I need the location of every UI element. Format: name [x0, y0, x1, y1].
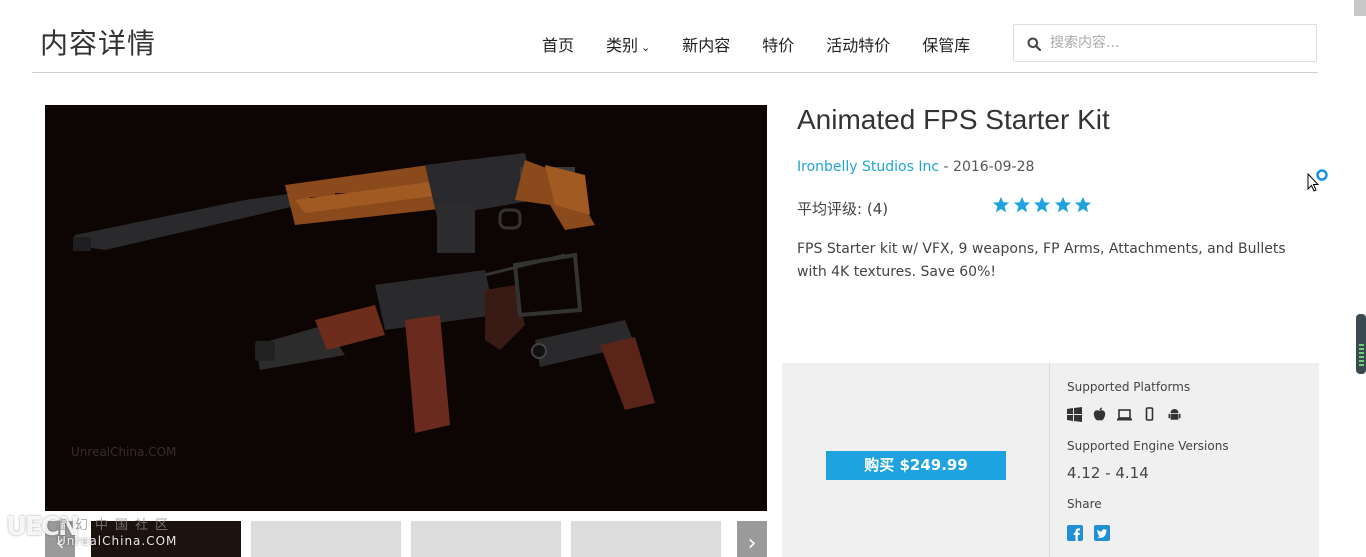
thumbnail-2[interactable] [251, 521, 401, 557]
rating-count: (4) [866, 200, 889, 218]
product-meta: Ironbelly Studios Inc - 2016-09-28 [797, 159, 1034, 175]
thumbnail-3[interactable] [411, 521, 561, 557]
buy-button[interactable]: 购买 $249.99 [826, 451, 1006, 480]
android-icon [1168, 409, 1181, 420]
pistol-image [531, 320, 655, 410]
assault-rifle-image [255, 252, 583, 433]
scrollbar-thumb[interactable] [1354, 0, 1366, 16]
thumbnail-next-button[interactable]: › [737, 521, 767, 557]
main-product-image[interactable]: UnrealChina.COM [45, 105, 767, 511]
chevron-down-icon: ⌄ [641, 41, 651, 54]
rating-label-text: 平均评级: [797, 200, 863, 218]
platforms-label: Supported Platforms [1067, 380, 1191, 394]
rating-stars [992, 196, 1095, 214]
platform-icons [1067, 407, 1192, 422]
image-watermark: UnrealChina.COM [71, 445, 177, 459]
share-icons [1067, 525, 1121, 541]
share-label: Share [1067, 497, 1102, 511]
sniper-rifle-image [73, 153, 595, 253]
mobile-icon [1145, 407, 1154, 421]
search-input[interactable] [1050, 33, 1308, 53]
main-nav: 首页 类别 ⌄ 新内容 特价 活动特价 保管库 [542, 32, 1002, 56]
apple-icon [1093, 407, 1106, 421]
nav-item-vault[interactable]: 保管库 [922, 32, 970, 56]
site-watermark-logo: UECN 虚幻中国社区 UnrealChina.COM [6, 512, 196, 557]
thumbnail-4[interactable] [571, 521, 721, 557]
windows-icon [1067, 407, 1082, 422]
nav-item-event-specials[interactable]: 活动特价 [826, 32, 890, 56]
nav-item-new-content[interactable]: 新内容 [682, 32, 730, 56]
star-icon [1054, 196, 1071, 213]
twitter-icon[interactable] [1094, 525, 1110, 541]
star-icon [1033, 196, 1051, 213]
star-icon [992, 196, 1010, 213]
watermark-english-text: UnrealChina.COM [57, 534, 178, 548]
page-title: 内容详情 [40, 27, 157, 60]
product-description: FPS Starter kit w/ VFX, 9 weapons, FP Ar… [797, 241, 1286, 280]
facebook-icon[interactable] [1067, 525, 1083, 541]
star-icon [1013, 196, 1030, 213]
scrollbar-grip[interactable] [1356, 314, 1366, 374]
watermark-chinese-text: 虚幻中国社区 [55, 518, 176, 533]
page: 内容详情 首页 类别 ⌄ 新内容 特价 活动特价 保管库 搜索内容... Unr… [0, 0, 1366, 557]
publisher-link[interactable]: Ironbelly Studios Inc [797, 159, 939, 175]
mouse-cursor-busy-icon [1307, 169, 1328, 192]
nav-item-categories[interactable]: 类别 ⌄ [606, 32, 650, 56]
engine-versions-value: 4.12 - 4.14 [1067, 464, 1149, 482]
chevron-right-icon: › [747, 531, 757, 556]
search-box [1013, 24, 1317, 62]
star-icon [1074, 196, 1092, 213]
meta-separator: - [939, 159, 954, 175]
rating-label: 平均评级: (4) [797, 198, 888, 219]
release-date: 2016-09-28 [953, 159, 1035, 175]
product-title: Animated FPS Starter Kit [797, 104, 1110, 135]
nav-item-home[interactable]: 首页 [542, 32, 574, 56]
laptop-icon [1117, 409, 1132, 421]
purchase-panel: 购买 $249.99 Supported Platforms Supported… [782, 363, 1319, 557]
nav-item-specials[interactable]: 特价 [762, 32, 794, 56]
engine-versions-label: Supported Engine Versions [1067, 439, 1229, 453]
search-icon [1027, 37, 1041, 51]
purchase-panel-left: 购买 $249.99 [782, 363, 1050, 557]
page-scrollbar[interactable] [1354, 0, 1366, 557]
nav-item-categories-label: 类别 [606, 36, 639, 55]
header: 内容详情 首页 类别 ⌄ 新内容 特价 活动特价 保管库 [32, 0, 1318, 73]
